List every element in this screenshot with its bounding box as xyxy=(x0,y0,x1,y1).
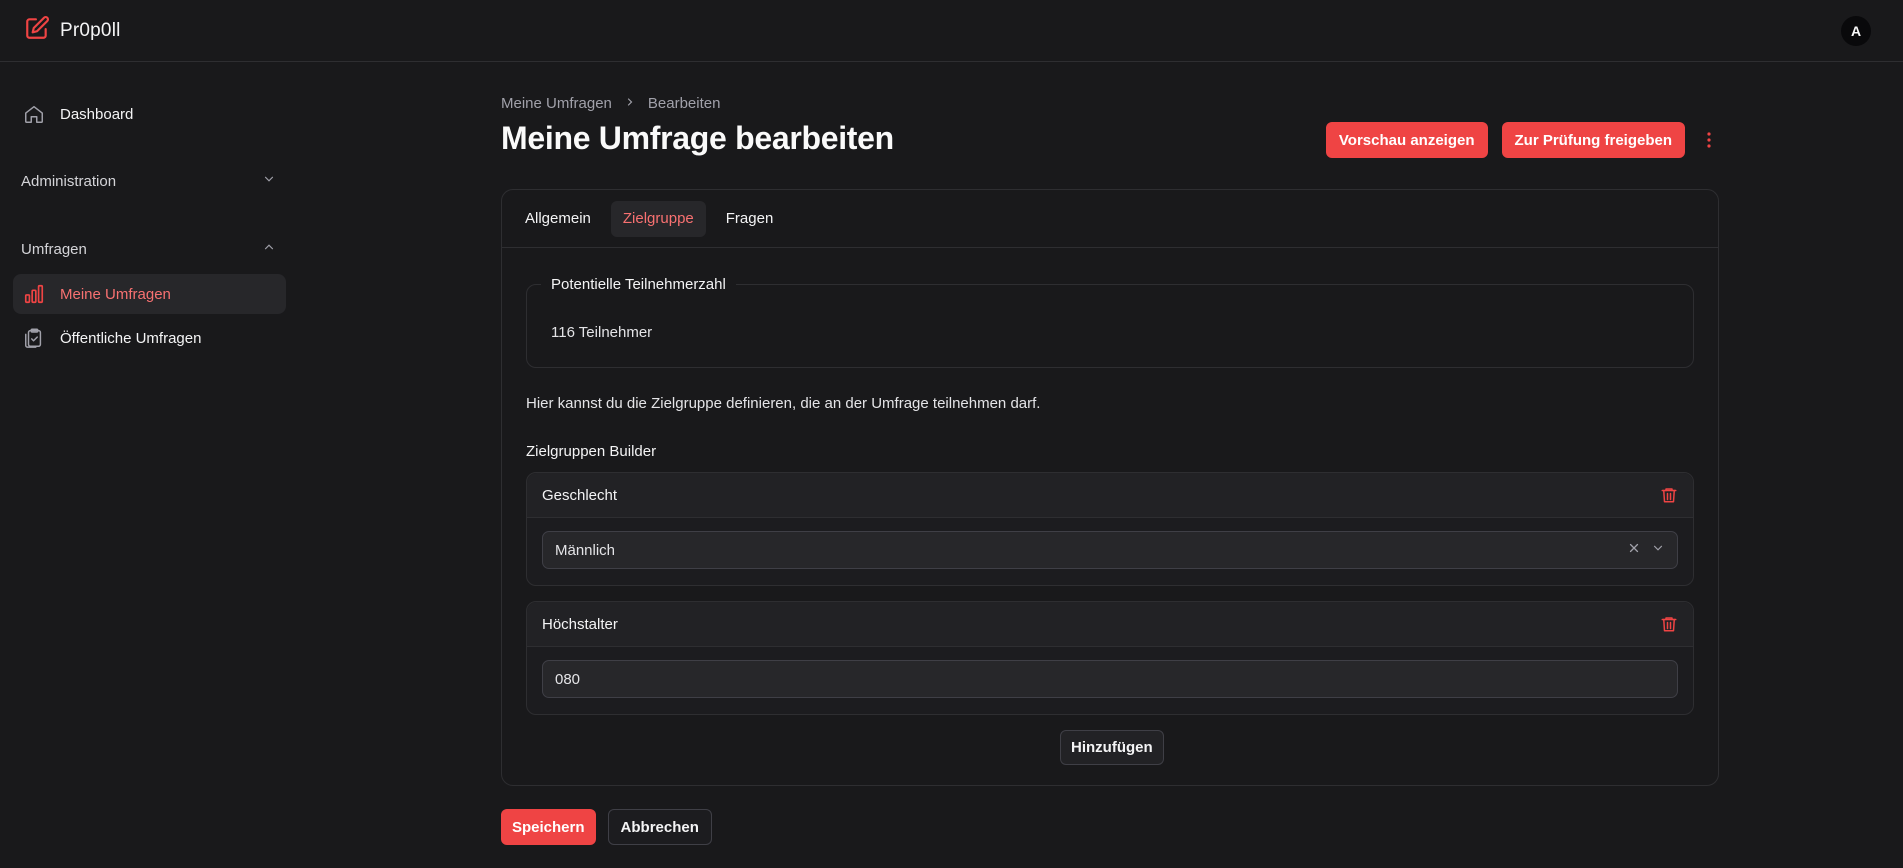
edit-card: Allgemein Zielgruppe Fragen Potentielle … xyxy=(501,189,1719,786)
page-title: Meine Umfrage bearbeiten xyxy=(501,120,894,156)
brand[interactable]: Pr0p0ll xyxy=(24,15,121,46)
sidebar-group-umfragen[interactable]: Umfragen xyxy=(21,234,276,264)
save-button[interactable]: Speichern xyxy=(501,809,596,845)
edit-note-icon xyxy=(24,15,50,46)
more-options-icon[interactable] xyxy=(1699,122,1719,158)
criterion-title: Geschlecht xyxy=(542,486,618,504)
gender-select-value: Männlich xyxy=(555,541,616,559)
max-age-field[interactable] xyxy=(542,660,1678,698)
clear-icon[interactable] xyxy=(1627,541,1641,559)
add-criterion-button[interactable]: Hinzufügen xyxy=(1060,730,1164,765)
chevron-right-icon xyxy=(624,95,636,112)
criterion-card-max-age: Höchstalter xyxy=(526,601,1694,715)
preview-button[interactable]: Vorschau anzeigen xyxy=(1325,122,1488,158)
sidebar-group-label: Umfragen xyxy=(21,240,87,258)
chevron-up-icon xyxy=(262,240,276,258)
trash-icon[interactable] xyxy=(1660,615,1678,633)
participant-count-box: Potentielle Teilnehmerzahl 116 Teilnehme… xyxy=(526,276,1694,368)
avatar[interactable]: A xyxy=(1841,15,1871,46)
chevron-down-icon xyxy=(262,172,276,190)
sidebar-item-label: Meine Umfragen xyxy=(60,285,171,303)
sidebar-group-administration[interactable]: Administration xyxy=(21,166,276,196)
breadcrumb: Meine Umfragen Bearbeiten xyxy=(501,95,720,112)
sidebar: Dashboard Administration Umfragen Meine … xyxy=(0,62,300,868)
top-bar: Pr0p0ll A xyxy=(0,0,1903,62)
submit-review-button[interactable]: Zur Prüfung freigeben xyxy=(1501,122,1685,158)
home-icon xyxy=(22,102,46,126)
tab-bar: Allgemein Zielgruppe Fragen xyxy=(502,190,1718,248)
tab-fragen[interactable]: Fragen xyxy=(714,201,786,237)
bar-chart-icon xyxy=(22,282,46,306)
header-actions: Vorschau anzeigen Zur Prüfung freigeben xyxy=(1325,122,1719,158)
app-name: Pr0p0ll xyxy=(60,19,121,41)
clipboard-check-icon xyxy=(22,326,46,350)
trash-icon[interactable] xyxy=(1660,486,1678,504)
sidebar-item-label: Öffentliche Umfragen xyxy=(60,329,202,347)
footer-actions: Speichern Abbrechen xyxy=(501,809,712,845)
target-group-description: Hier kannst du die Zielgruppe definieren… xyxy=(526,395,1041,412)
sidebar-item-oeffentliche-umfragen[interactable]: Öffentliche Umfragen xyxy=(13,318,286,358)
participant-count-value: 116 Teilnehmer xyxy=(551,324,653,341)
criterion-header: Höchstalter xyxy=(527,602,1693,647)
tab-allgemein[interactable]: Allgemein xyxy=(513,201,603,237)
tab-zielgruppe[interactable]: Zielgruppe xyxy=(610,200,706,237)
max-age-input[interactable] xyxy=(555,670,1665,688)
criterion-card-gender: Geschlecht Männlich xyxy=(526,472,1694,586)
gender-select[interactable]: Männlich xyxy=(542,531,1678,569)
builder-label: Zielgruppen Builder xyxy=(526,443,657,460)
sidebar-item-meine-umfragen[interactable]: Meine Umfragen xyxy=(13,274,286,314)
criterion-title: Höchstalter xyxy=(542,615,618,633)
sidebar-item-label: Dashboard xyxy=(60,105,134,123)
chevron-down-icon[interactable] xyxy=(1651,541,1665,559)
participant-count-legend: Potentielle Teilnehmerzahl xyxy=(541,276,736,293)
breadcrumb-current: Bearbeiten xyxy=(647,95,721,112)
breadcrumb-parent[interactable]: Meine Umfragen xyxy=(501,95,612,112)
cancel-button[interactable]: Abbrechen xyxy=(607,809,712,845)
sidebar-item-dashboard[interactable]: Dashboard xyxy=(13,94,286,134)
criterion-header: Geschlecht xyxy=(527,473,1693,518)
sidebar-group-label: Administration xyxy=(21,172,117,190)
